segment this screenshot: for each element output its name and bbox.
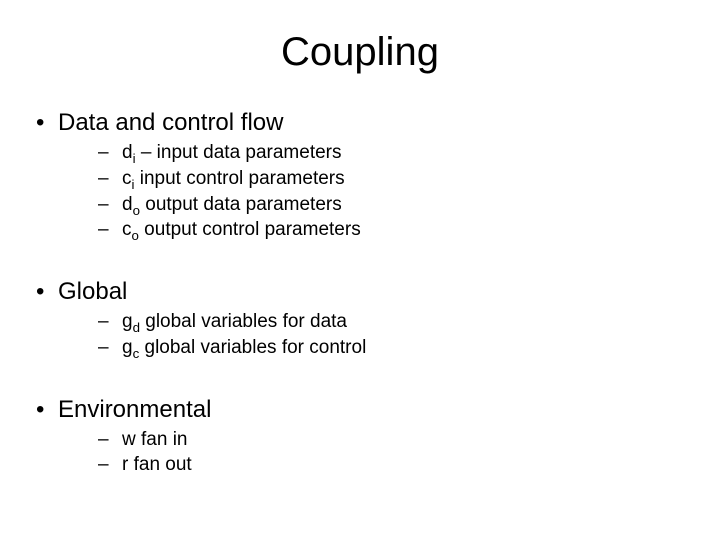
list-item: r fan out xyxy=(98,453,684,477)
item-text: output control parameters xyxy=(139,219,361,240)
item-text: global variables for control xyxy=(139,337,366,358)
sub-list: gd global variables for data gc global v… xyxy=(36,310,684,360)
bullet-heading: Data and control flow xyxy=(58,109,283,136)
item-text: input control parameters xyxy=(134,168,344,189)
symbol: g xyxy=(122,337,133,358)
spacer xyxy=(36,362,684,382)
list-item: co output control parameters xyxy=(98,218,684,242)
symbol: c xyxy=(122,219,132,240)
slide: Coupling Data and control flow di – inpu… xyxy=(0,0,720,540)
list-item: ci input control parameters xyxy=(98,167,684,191)
item-text: fan out xyxy=(128,454,191,475)
symbol: d xyxy=(122,142,133,163)
bullet-data-control-flow: Data and control flow xyxy=(36,109,684,137)
subscript: d xyxy=(133,320,140,335)
item-text: fan in xyxy=(136,429,188,450)
symbol: g xyxy=(122,311,133,332)
symbol: d xyxy=(122,194,133,215)
slide-content: Data and control flow di – input data pa… xyxy=(0,109,720,477)
item-text: output data parameters xyxy=(140,194,342,215)
list-item: do output data parameters xyxy=(98,193,684,217)
slide-title: Coupling xyxy=(0,0,720,95)
symbol: c xyxy=(122,168,132,189)
list-item: gd global variables for data xyxy=(98,310,684,334)
bullet-global: Global xyxy=(36,278,684,306)
bullet-heading: Environmental xyxy=(58,396,211,423)
bullet-environmental: Environmental xyxy=(36,396,684,424)
bullet-heading: Global xyxy=(58,278,127,305)
item-text: – input data parameters xyxy=(136,142,342,163)
list-item: gc global variables for control xyxy=(98,336,684,360)
subscript: o xyxy=(132,228,139,243)
item-text: global variables for data xyxy=(140,311,347,332)
subscript: o xyxy=(133,202,140,217)
sub-list: di – input data parameters ci input cont… xyxy=(36,141,684,242)
list-item: di – input data parameters xyxy=(98,141,684,165)
sub-list: w fan in r fan out xyxy=(36,428,684,478)
symbol: w xyxy=(122,429,136,450)
spacer xyxy=(36,244,684,264)
list-item: w fan in xyxy=(98,428,684,452)
